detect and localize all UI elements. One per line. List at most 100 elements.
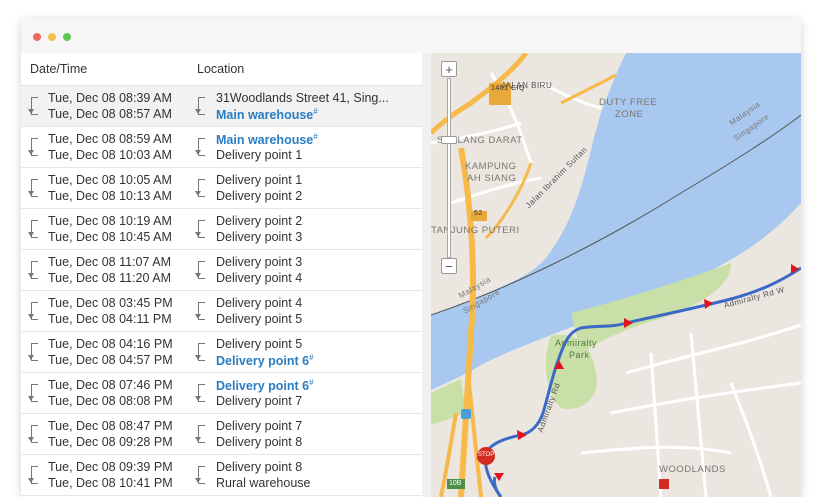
- end-time: Tue, Dec 08 08:08 PM: [48, 394, 173, 408]
- end-time: Tue, Dec 08 08:57 AM: [48, 107, 172, 121]
- zoom-control: + −: [441, 61, 457, 274]
- bracket-bottom: [31, 360, 38, 361]
- start-time: Tue, Dec 08 09:39 PM: [48, 460, 173, 474]
- from-location: 31Woodlands Street 41, Sing...: [216, 91, 389, 105]
- from-location: Delivery point 5: [216, 337, 302, 351]
- to-location-text: Delivery point 8: [216, 435, 303, 449]
- to-location-text: Delivery point 4: [216, 271, 303, 285]
- location-bracket-icon: [195, 382, 205, 404]
- end-time: Tue, Dec 08 10:45 AM: [48, 230, 172, 244]
- bracket-bottom: [31, 237, 38, 238]
- to-location[interactable]: Delivery point 6#: [216, 353, 314, 368]
- bracket-bottom: [31, 483, 38, 484]
- from-location[interactable]: Delivery point 6#: [216, 378, 314, 393]
- bracket-bottom: [198, 196, 205, 197]
- start-time-text: Tue, Dec 08 08:47 PM: [48, 419, 173, 433]
- to-location-text: Delivery point 3: [216, 230, 303, 244]
- table-row[interactable]: Tue, Dec 08 10:19 AM Tue, Dec 08 10:45 AM…: [21, 209, 422, 250]
- end-time: Tue, Dec 08 04:11 PM: [48, 312, 172, 326]
- end-time-text: Tue, Dec 08 10:03 AM: [48, 148, 172, 162]
- from-location-text: Delivery point 7: [216, 419, 303, 433]
- location-bracket-icon: [195, 464, 205, 486]
- route-map[interactable]: JALAN BIRU 1401 CIQ DUTY FREE ZONE STULA…: [431, 53, 801, 497]
- title-bar: [21, 18, 801, 53]
- close-window-button[interactable]: [33, 33, 41, 41]
- maximize-window-button[interactable]: [63, 33, 71, 41]
- end-time: Tue, Dec 08 10:13 AM: [48, 189, 172, 203]
- start-time-text: Tue, Dec 08 09:39 PM: [48, 460, 173, 474]
- bracket-bottom: [198, 278, 205, 279]
- from-location-text: Delivery point 2: [216, 214, 303, 228]
- time-bracket-icon: [28, 218, 38, 240]
- from-location[interactable]: Main warehouse#: [216, 132, 318, 147]
- end-time-text: Tue, Dec 08 09:28 PM: [48, 435, 173, 449]
- location-bracket-icon: [195, 95, 205, 117]
- zoom-slider-handle[interactable]: [441, 136, 457, 144]
- zoom-slider-track[interactable]: [447, 78, 451, 258]
- bracket-bottom: [31, 155, 38, 156]
- to-location: Delivery point 5: [216, 312, 302, 326]
- app-window: Date/Time Location Tue, Dec 08 08:39 AM T…: [21, 18, 801, 497]
- map-label-route-10b: 10B: [449, 480, 462, 487]
- to-location-text: Delivery point 5: [216, 312, 303, 326]
- bracket-bottom: [198, 483, 205, 484]
- start-time-text: Tue, Dec 08 08:39 AM: [48, 91, 172, 105]
- end-time-text: Tue, Dec 08 10:45 AM: [48, 230, 172, 244]
- table-row[interactable]: Tue, Dec 08 10:05 AM Tue, Dec 08 10:13 AM…: [21, 168, 422, 209]
- table-row[interactable]: Tue, Dec 08 03:45 PM Tue, Dec 08 04:11 PM…: [21, 291, 422, 332]
- map-label-duty-free: DUTY FREE: [599, 97, 658, 108]
- end-time: Tue, Dec 08 11:20 AM: [48, 271, 171, 285]
- zoom-out-button[interactable]: −: [441, 258, 457, 274]
- to-location: Delivery point 8: [216, 435, 302, 449]
- datetime-column-header[interactable]: Date/Time: [30, 62, 87, 76]
- table-row[interactable]: Tue, Dec 08 04:16 PM Tue, Dec 08 04:57 PM…: [21, 332, 422, 373]
- bracket-bottom: [31, 278, 38, 279]
- geofence-mark: #: [309, 378, 314, 387]
- table-body: Tue, Dec 08 08:39 AM Tue, Dec 08 08:57 AM…: [21, 86, 422, 496]
- start-time-text: Tue, Dec 08 07:46 PM: [48, 378, 173, 392]
- table-row[interactable]: Tue, Dec 08 07:46 PM Tue, Dec 08 08:08 PM…: [21, 373, 422, 414]
- table-row[interactable]: Tue, Dec 08 11:07 AM Tue, Dec 08 11:20 AM…: [21, 250, 422, 291]
- to-location: Delivery point 3: [216, 230, 302, 244]
- minimize-window-button[interactable]: [48, 33, 56, 41]
- zoom-in-button[interactable]: +: [441, 61, 457, 77]
- from-location-text: Delivery point 4: [216, 296, 303, 310]
- panel-splitter[interactable]: [422, 53, 431, 497]
- end-time: Tue, Dec 08 09:28 PM: [48, 435, 173, 449]
- location-column-header[interactable]: Location: [197, 62, 244, 76]
- end-time-text: Tue, Dec 08 10:41 PM: [48, 476, 173, 490]
- map-label-route-52: 52: [474, 210, 483, 217]
- table-row[interactable]: Tue, Dec 08 09:39 PM Tue, Dec 08 10:41 PM…: [21, 455, 422, 496]
- bus-station-icon: [461, 409, 471, 419]
- to-location: Delivery point 4: [216, 271, 302, 285]
- to-location[interactable]: Main warehouse#: [216, 107, 318, 122]
- time-bracket-icon: [28, 95, 38, 117]
- to-location-text: Delivery point 2: [216, 189, 303, 203]
- time-bracket-icon: [28, 464, 38, 486]
- bracket-bottom: [31, 319, 38, 320]
- time-bracket-icon: [28, 341, 38, 363]
- location-bracket-icon: [195, 300, 205, 322]
- table-row[interactable]: Tue, Dec 08 08:59 AM Tue, Dec 08 10:03 AM…: [21, 127, 422, 168]
- woodlands-marker-icon: [659, 479, 669, 489]
- map-label-zone: ZONE: [615, 109, 644, 120]
- from-location: Delivery point 2: [216, 214, 302, 228]
- to-location-text: Rural warehouse: [216, 476, 311, 490]
- bracket-bottom: [198, 114, 205, 115]
- bracket-bottom: [31, 401, 38, 402]
- location-bracket-icon: [195, 341, 205, 363]
- table-row[interactable]: Tue, Dec 08 08:39 AM Tue, Dec 08 08:57 AM…: [21, 86, 422, 127]
- from-location: Delivery point 8: [216, 460, 302, 474]
- start-time: Tue, Dec 08 10:19 AM: [48, 214, 172, 228]
- bracket-bottom: [31, 196, 38, 197]
- map-label-admiralty-park: Admiralty: [555, 338, 598, 348]
- map-label-ah-siang: AH SIANG: [467, 173, 517, 184]
- from-location-text: Delivery point 3: [216, 255, 303, 269]
- time-bracket-icon: [28, 259, 38, 281]
- from-location: Delivery point 4: [216, 296, 302, 310]
- map-label-stop: STOP: [478, 452, 495, 458]
- trips-table: Date/Time Location Tue, Dec 08 08:39 AM T…: [21, 53, 422, 497]
- bracket-bottom: [198, 155, 205, 156]
- table-row[interactable]: Tue, Dec 08 08:47 PM Tue, Dec 08 09:28 PM…: [21, 414, 422, 455]
- bracket-bottom: [31, 442, 38, 443]
